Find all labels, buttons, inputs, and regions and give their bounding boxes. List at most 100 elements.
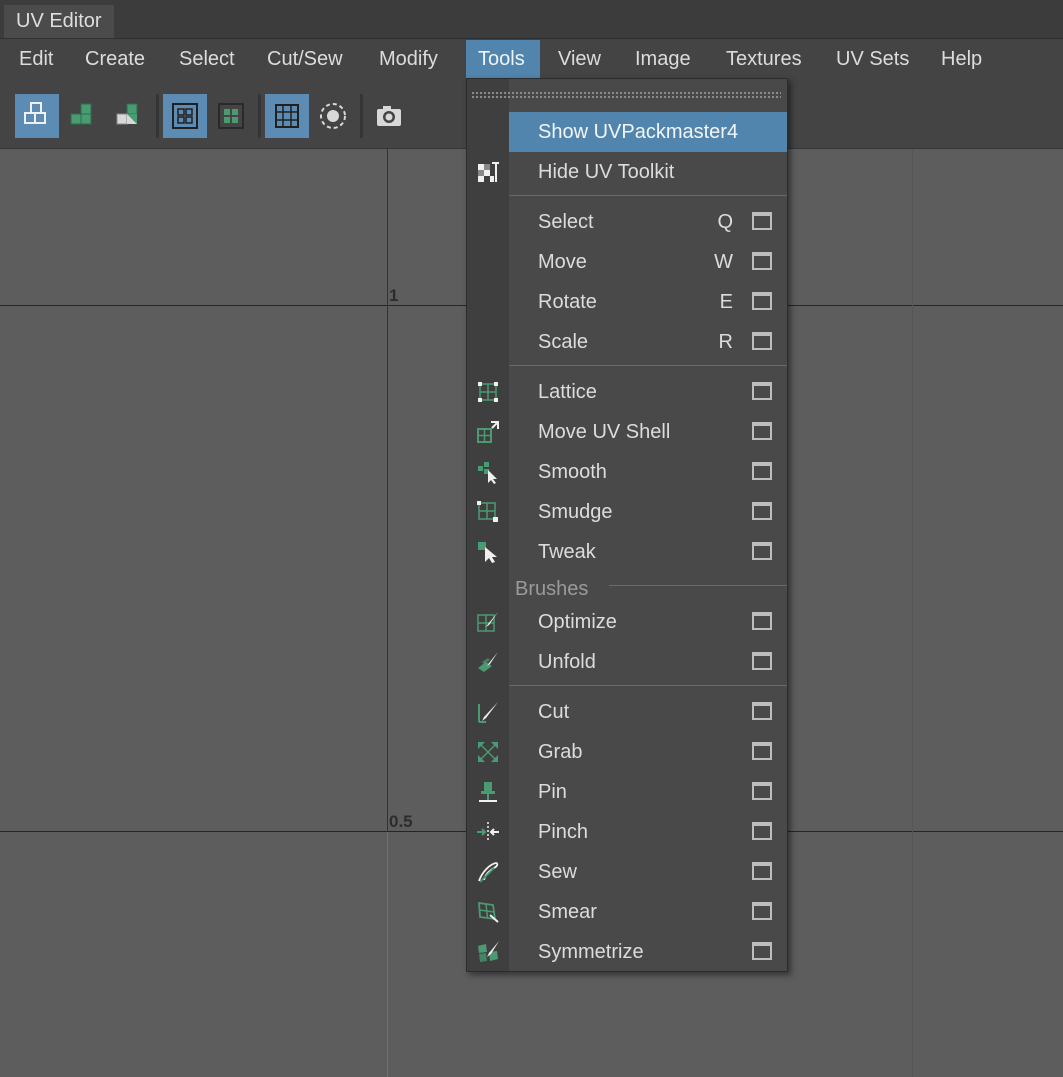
tear-off-handle[interactable] [471,91,781,99]
menu-help[interactable]: Help [929,40,994,78]
menu-item-label: Pin [538,781,567,803]
menu-item-move-uv-shell[interactable]: Move UV Shell [467,412,787,452]
option-box[interactable] [752,742,772,760]
option-box[interactable] [752,822,772,840]
menu-item-hide-uv-toolkit[interactable]: Hide UV Toolkit [467,152,787,192]
menu-item-label: Unfold [538,651,596,673]
uv-select-button[interactable] [61,94,105,138]
menu-item-pinch[interactable]: Pinch [467,812,787,852]
uv-shell-select-button[interactable] [15,94,59,138]
menu-item-lattice[interactable]: Lattice [467,372,787,412]
uv-shell-select-icon [24,102,46,124]
menu-item-label: Symmetrize [538,941,644,963]
uv-select-partial-button[interactable] [107,94,151,138]
menu-item-smear[interactable]: Smear [467,892,787,932]
menu-item-smudge[interactable]: Smudge [467,492,787,532]
menu-create[interactable]: Create [73,40,157,78]
menu-item-label: Grab [538,741,583,763]
menu-item-show-uvpackmaster4[interactable]: Show UVPackmaster4 [467,112,787,152]
toolbar-separator [156,94,159,138]
tweak-icon [478,542,497,563]
pinch-brush-icon [477,822,499,842]
menu-item-cut[interactable]: Cut [467,692,787,732]
menu-item-grab[interactable]: Grab [467,732,787,772]
window-title-tab[interactable]: UV Editor [4,5,114,38]
option-box[interactable] [752,782,772,800]
sew-brush-icon [478,862,499,883]
menu-tools[interactable]: Tools [466,40,540,78]
smooth-icon [478,462,497,484]
menu-image[interactable]: Image [623,40,703,78]
smudge-icon [477,501,498,522]
option-box[interactable] [752,462,772,480]
option-box[interactable] [752,292,772,310]
menu-item-label: Select [538,211,594,233]
lattice-icon [478,382,498,402]
option-box[interactable] [752,212,772,230]
menu-item-label: Scale [538,331,589,353]
option-box[interactable] [752,502,772,520]
symmetrize-brush-icon [478,941,499,962]
option-box[interactable] [752,942,772,960]
menu-item-select[interactable]: Select Q [467,202,787,242]
menu-item-label: Smudge [538,501,613,523]
cut-brush-icon [478,702,498,723]
option-box[interactable] [752,382,772,400]
menu-item-label: Tweak [538,541,596,563]
menu-item-sew[interactable]: Sew [467,852,787,892]
menu-uv-sets[interactable]: UV Sets [824,40,921,78]
menu-item-label: Move UV Shell [538,421,671,443]
snapshot-camera-icon [377,106,401,126]
menu-item-label: Smear [538,901,597,923]
pin-brush-icon [479,782,497,802]
distortion-button[interactable] [311,94,355,138]
menu-item-pin[interactable]: Pin [467,772,787,812]
option-box[interactable] [752,702,772,720]
menu-item-rotate[interactable]: Rotate E [467,282,787,322]
option-box[interactable] [752,612,772,630]
option-box[interactable] [752,252,772,270]
menu-item-optimize[interactable]: Optimize [467,602,787,642]
toolbar-separator [360,94,363,138]
menu-separator [509,365,787,366]
texture-borders-button[interactable] [163,94,207,138]
menu-item-move[interactable]: Move W [467,242,787,282]
menu-textures[interactable]: Textures [714,40,814,78]
menu-modify[interactable]: Modify [367,40,450,78]
menu-cut-sew[interactable]: Cut/Sew [255,40,355,78]
option-box[interactable] [752,862,772,880]
menu-view[interactable]: View [546,40,613,78]
option-box[interactable] [752,652,772,670]
menu-item-unfold[interactable]: Unfold [467,642,787,682]
tools-dropdown-menu: Show UVPackmaster4 Hide UV Toolkit Selec… [466,78,788,972]
menu-separator [609,585,787,586]
shaded-uv-button[interactable] [209,94,253,138]
uv-select-partial-icon [116,103,138,125]
menu-item-tweak[interactable]: Tweak [467,532,787,572]
grid-display-button[interactable] [265,94,309,138]
option-box[interactable] [752,332,772,350]
toolbar-separator [258,94,261,138]
menu-item-label: Smooth [538,461,607,483]
menu-edit[interactable]: Edit [7,40,65,78]
brushes-section-label: Brushes [515,578,589,600]
smear-brush-icon [478,901,499,923]
menu-item-smooth[interactable]: Smooth [467,452,787,492]
option-box[interactable] [752,542,772,560]
menu-item-symmetrize[interactable]: Symmetrize [467,932,787,972]
option-box[interactable] [752,902,772,920]
menu-separator [509,195,787,196]
uv-snapshot-button[interactable] [367,94,411,138]
menu-item-label: Rotate [538,291,597,313]
menu-item-label: Pinch [538,821,589,843]
option-box[interactable] [752,422,772,440]
menu-item-label: Move [538,251,587,273]
menu-item-scale[interactable]: Scale R [467,322,787,362]
menu-item-label: Cut [538,701,570,723]
distortion-circle-icon [320,103,346,129]
shortcut-label: R [718,331,733,353]
v-axis-line [387,832,388,1077]
menu-select[interactable]: Select [167,40,247,78]
window-titlebar: UV Editor [0,0,1063,38]
uv-toolkit-icon [478,162,499,182]
